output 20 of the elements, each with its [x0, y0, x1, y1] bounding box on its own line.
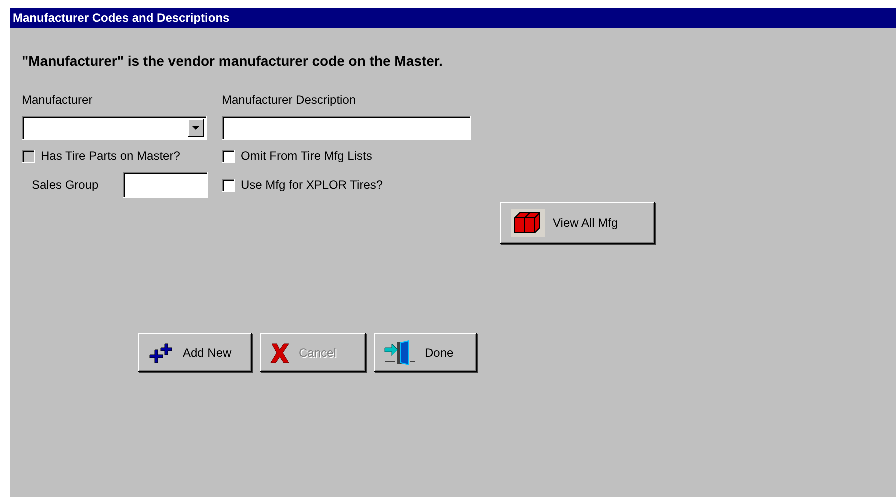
- manufacturer-dropdown[interactable]: [22, 116, 207, 140]
- field-label: Manufacturer: [22, 93, 94, 107]
- field-label: Sales Group: [32, 178, 100, 192]
- door-exit-icon: [383, 340, 417, 366]
- window-title: Manufacturer Codes and Descriptions: [10, 8, 896, 28]
- checkbox-label: Has Tire Parts on Master?: [41, 149, 180, 163]
- checkbox-label: Use Mfg for XPLOR Tires?: [241, 178, 384, 192]
- box-icon: [511, 209, 545, 237]
- plus-icon: [147, 342, 175, 364]
- description-field[interactable]: [222, 116, 471, 140]
- checkbox[interactable]: [222, 150, 235, 162]
- add-button[interactable]: Add New: [138, 333, 252, 372]
- field-label: Manufacturer Description: [222, 93, 356, 107]
- done-button[interactable]: Done: [374, 333, 477, 372]
- heading: "Manufacturer" is the vendor manufacturer code on the Master.: [22, 53, 444, 71]
- checkbox-label: Omit From Tire Mfg Lists: [241, 149, 372, 163]
- sales-group-field[interactable]: [123, 172, 208, 198]
- x-icon: [269, 342, 291, 364]
- view-all-button[interactable]: View All Mfg: [500, 202, 655, 244]
- checkbox[interactable]: [222, 178, 235, 192]
